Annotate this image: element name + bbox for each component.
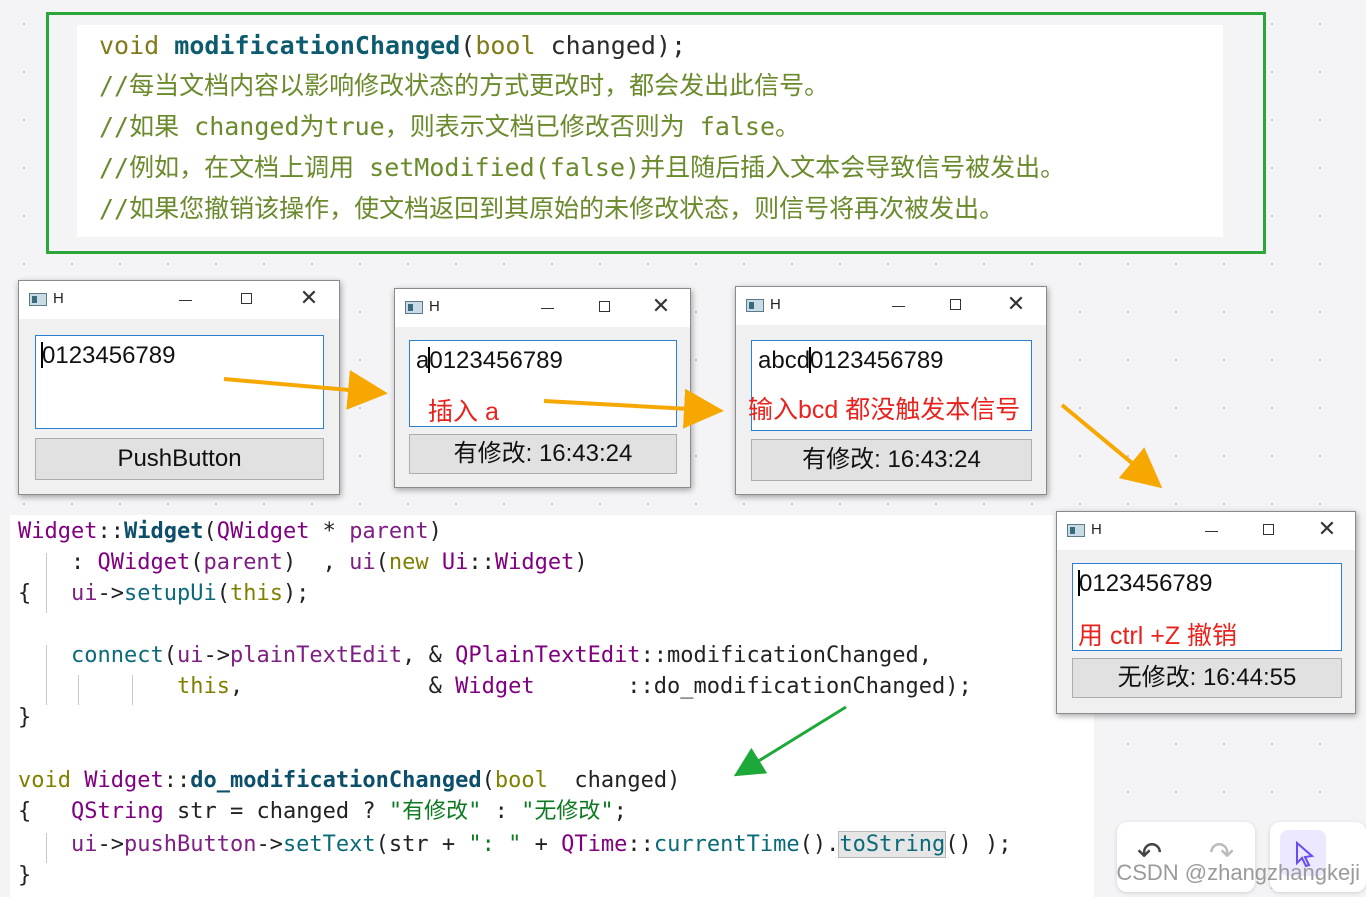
- arrow-orange-2: [543, 388, 724, 429]
- arrow-orange-1: [223, 369, 388, 410]
- annotation-arrows: [223, 369, 1163, 777]
- arrow-green: [733, 705, 847, 777]
- arrow-orange-3: [1060, 403, 1163, 489]
- watermark-text: CSDN @zhangzhangkeji: [1116, 860, 1360, 885]
